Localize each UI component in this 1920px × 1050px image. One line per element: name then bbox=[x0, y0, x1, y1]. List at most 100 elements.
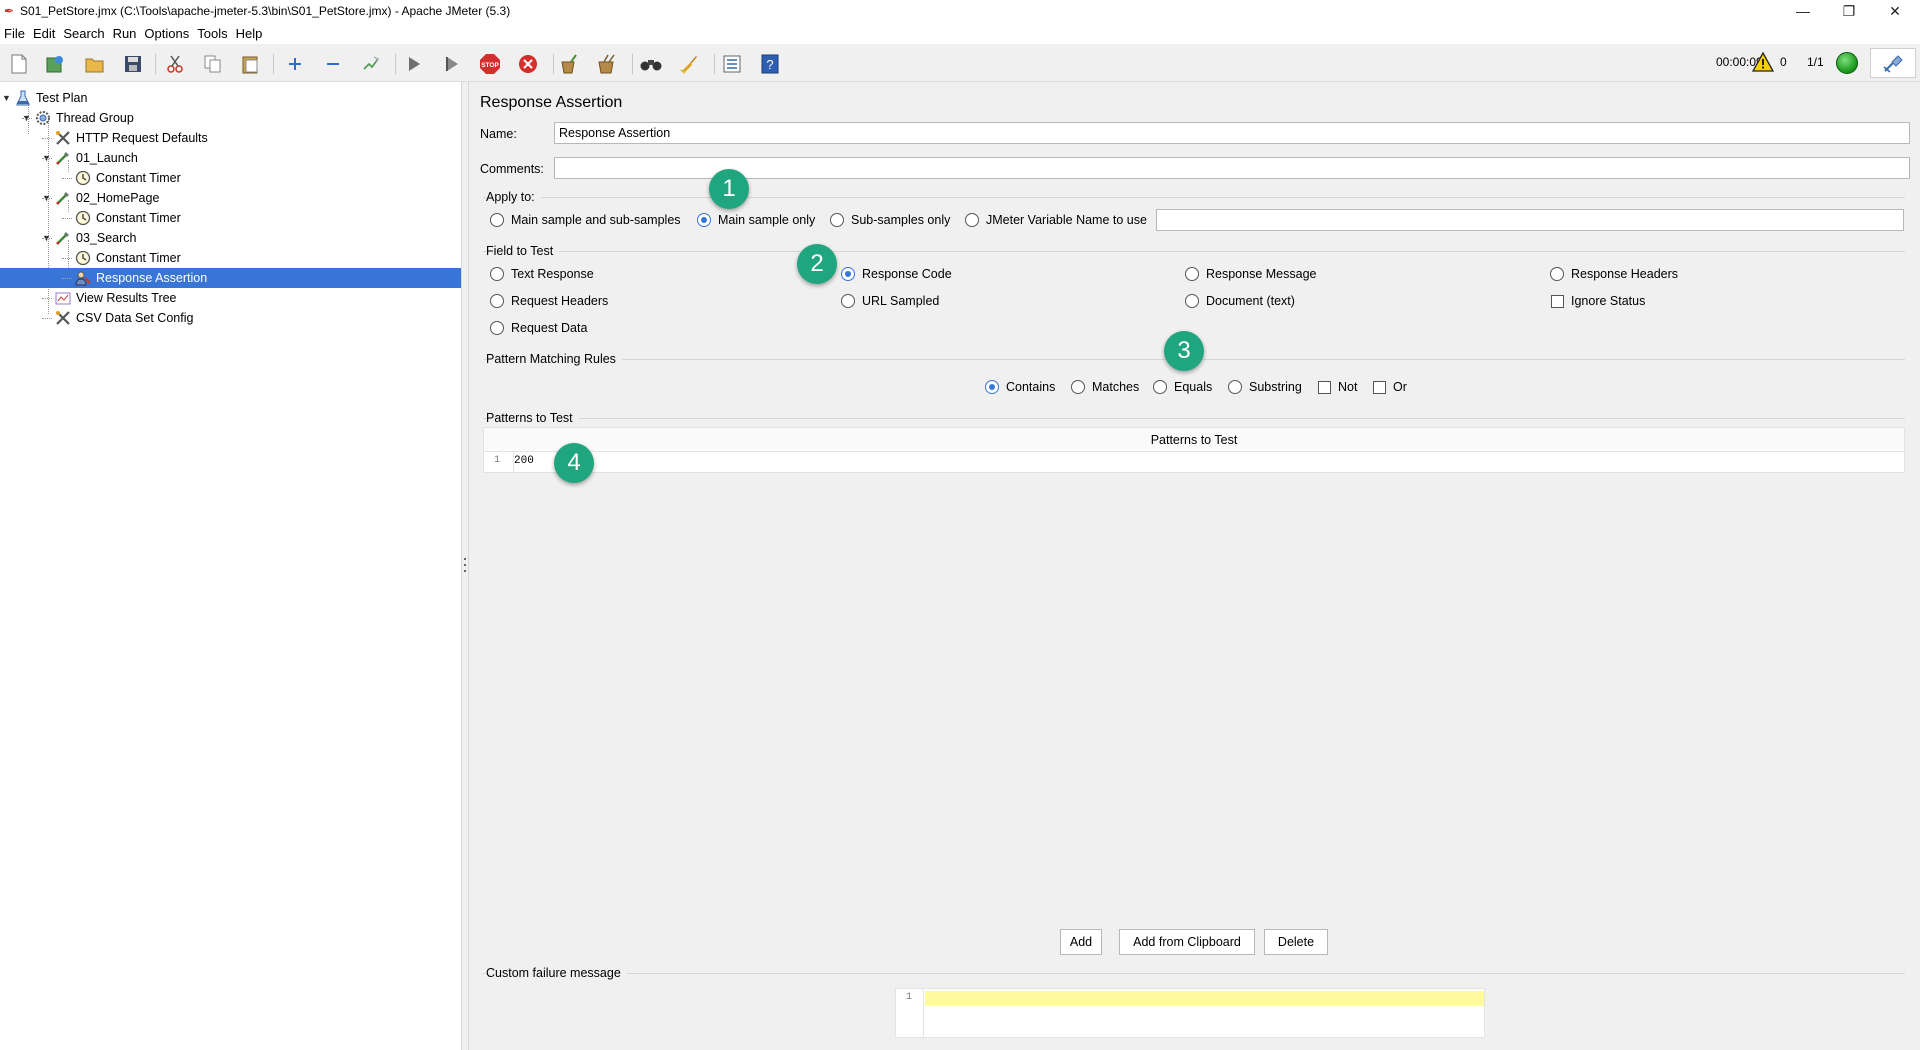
help-icon[interactable]: ? bbox=[757, 51, 783, 77]
tree-expand-toggle-icon[interactable]: ▼ bbox=[2, 93, 12, 103]
rule-equals-radio[interactable]: Equals bbox=[1153, 380, 1212, 394]
checkbox-box bbox=[1551, 294, 1564, 308]
name-input[interactable] bbox=[554, 122, 1910, 144]
test-plan-icon bbox=[14, 89, 32, 107]
add-from-clipboard-button[interactable]: Add from Clipboard bbox=[1119, 929, 1255, 955]
tree-node[interactable]: 01_Launch bbox=[54, 148, 138, 168]
splitter-grip-icon[interactable] bbox=[464, 558, 467, 572]
rule-matches-radio[interactable]: Matches bbox=[1071, 380, 1139, 394]
start-icon[interactable] bbox=[401, 51, 427, 77]
field-response-message-radio[interactable]: Response Message bbox=[1185, 267, 1316, 281]
shutdown-icon[interactable] bbox=[515, 51, 541, 77]
timer-icon bbox=[74, 249, 92, 267]
variable-name-input[interactable] bbox=[1156, 209, 1904, 231]
tree-node-label: 03_Search bbox=[76, 231, 137, 245]
new-icon[interactable] bbox=[6, 51, 32, 77]
ignore-status-checkbox[interactable]: Ignore Status bbox=[1551, 294, 1645, 308]
rule-or-checkbox[interactable]: Or bbox=[1373, 380, 1407, 394]
save-icon[interactable] bbox=[120, 51, 146, 77]
tree-node-label: Test Plan bbox=[36, 91, 88, 105]
toggle-icon[interactable] bbox=[358, 51, 384, 77]
tree-node[interactable]: Constant Timer bbox=[74, 208, 181, 228]
field-text-response-radio[interactable]: Text Response bbox=[490, 267, 594, 281]
tree-node[interactable]: 02_HomePage bbox=[54, 188, 159, 208]
failure-current-line[interactable] bbox=[925, 991, 1484, 1006]
config-element-icon bbox=[54, 129, 72, 147]
close-icon[interactable]: ✕ bbox=[1872, 0, 1918, 22]
radio-dot bbox=[1185, 267, 1199, 281]
rule-substring-radio[interactable]: Substring bbox=[1228, 380, 1302, 394]
tree-node[interactable]: Constant Timer bbox=[74, 248, 181, 268]
pattern-value[interactable]: 200 bbox=[514, 452, 534, 467]
minimize-icon[interactable]: — bbox=[1780, 0, 1826, 22]
broom-icon bbox=[1883, 55, 1903, 73]
radio-dot bbox=[490, 267, 504, 281]
delete-button[interactable]: Delete bbox=[1264, 929, 1328, 955]
search-binoculars-icon[interactable] bbox=[638, 51, 664, 77]
radio-dot bbox=[1185, 294, 1199, 308]
menu-run[interactable]: Run bbox=[113, 26, 137, 41]
tree-node[interactable]: Constant Timer bbox=[74, 168, 181, 188]
timer-icon bbox=[74, 169, 92, 187]
comments-label: Comments: bbox=[480, 162, 544, 176]
svg-text:?: ? bbox=[766, 57, 773, 72]
field-response-code-radio[interactable]: Response Code bbox=[841, 267, 952, 281]
apply-main-and-sub-radio[interactable]: Main sample and sub-samples bbox=[490, 213, 681, 227]
reset-search-icon[interactable] bbox=[676, 51, 702, 77]
radio-dot bbox=[841, 294, 855, 308]
apply-variable-radio[interactable]: JMeter Variable Name to use bbox=[965, 213, 1147, 227]
tree-node[interactable]: View Results Tree bbox=[54, 288, 177, 308]
apply-main-only-radio[interactable]: Main sample only bbox=[697, 213, 815, 227]
stop-icon[interactable]: STOP bbox=[477, 51, 503, 77]
rule-contains-radio[interactable]: Contains bbox=[985, 380, 1055, 394]
tree-node[interactable]: Thread Group bbox=[34, 108, 134, 128]
rule-not-checkbox[interactable]: Not bbox=[1318, 380, 1357, 394]
patterns-table[interactable]: Patterns to Test 1 200 bbox=[483, 427, 1905, 473]
start-no-pauses-icon[interactable] bbox=[439, 51, 465, 77]
toolbar: STOP ? 00:00:09 0 1/1 bbox=[0, 44, 1920, 82]
menu-search[interactable]: Search bbox=[63, 26, 104, 41]
function-helper-icon[interactable] bbox=[719, 51, 745, 77]
expand-all-icon[interactable] bbox=[282, 51, 308, 77]
assertion-panel: Response Assertion Name: Comments: Apply… bbox=[469, 82, 1920, 1050]
failure-line-number: 1 bbox=[896, 989, 924, 1037]
field-url-sampled-radio[interactable]: URL Sampled bbox=[841, 294, 939, 308]
menu-options[interactable]: Options bbox=[144, 26, 189, 41]
warning-icon[interactable] bbox=[1751, 51, 1775, 75]
radio-dot bbox=[1153, 380, 1167, 394]
clear-icon[interactable] bbox=[556, 51, 582, 77]
add-button[interactable]: Add bbox=[1060, 929, 1102, 955]
menu-edit[interactable]: Edit bbox=[33, 26, 55, 41]
apply-sub-only-radio[interactable]: Sub-samples only bbox=[830, 213, 950, 227]
log-viewer-button[interactable] bbox=[1870, 48, 1916, 78]
tree-node[interactable]: Test Plan bbox=[14, 88, 87, 108]
config-element-icon bbox=[54, 309, 72, 327]
tree-node[interactable]: HTTP Request Defaults bbox=[54, 128, 208, 148]
tree-node-label: Constant Timer bbox=[96, 251, 181, 265]
cut-icon[interactable] bbox=[162, 51, 188, 77]
comments-input[interactable] bbox=[554, 157, 1910, 179]
panel-splitter[interactable] bbox=[461, 82, 469, 1050]
timer-icon bbox=[74, 209, 92, 227]
tree-node-label: 02_HomePage bbox=[76, 191, 160, 205]
open-icon[interactable] bbox=[82, 51, 108, 77]
clear-all-icon[interactable] bbox=[594, 51, 620, 77]
field-request-data-radio[interactable]: Request Data bbox=[490, 321, 587, 335]
field-document-text-radio[interactable]: Document (text) bbox=[1185, 294, 1295, 308]
collapse-all-icon[interactable] bbox=[320, 51, 346, 77]
templates-icon[interactable] bbox=[42, 51, 68, 77]
menu-help[interactable]: Help bbox=[236, 26, 263, 41]
tree-node-label: Constant Timer bbox=[96, 171, 181, 185]
tree-node[interactable]: 03_Search bbox=[54, 228, 136, 248]
tree-node[interactable]: CSV Data Set Config bbox=[54, 308, 193, 328]
paste-icon[interactable] bbox=[238, 51, 264, 77]
field-response-headers-radio[interactable]: Response Headers bbox=[1550, 267, 1678, 281]
field-request-headers-radio[interactable]: Request Headers bbox=[490, 294, 608, 308]
radio-dot bbox=[1228, 380, 1242, 394]
restore-icon[interactable]: ❐ bbox=[1826, 0, 1872, 22]
copy-icon[interactable] bbox=[200, 51, 226, 77]
menu-tools[interactable]: Tools bbox=[197, 26, 227, 41]
menu-file[interactable]: File bbox=[4, 26, 25, 41]
tree-node-label: Thread Group bbox=[56, 111, 134, 125]
custom-failure-input[interactable]: 1 bbox=[895, 988, 1485, 1038]
